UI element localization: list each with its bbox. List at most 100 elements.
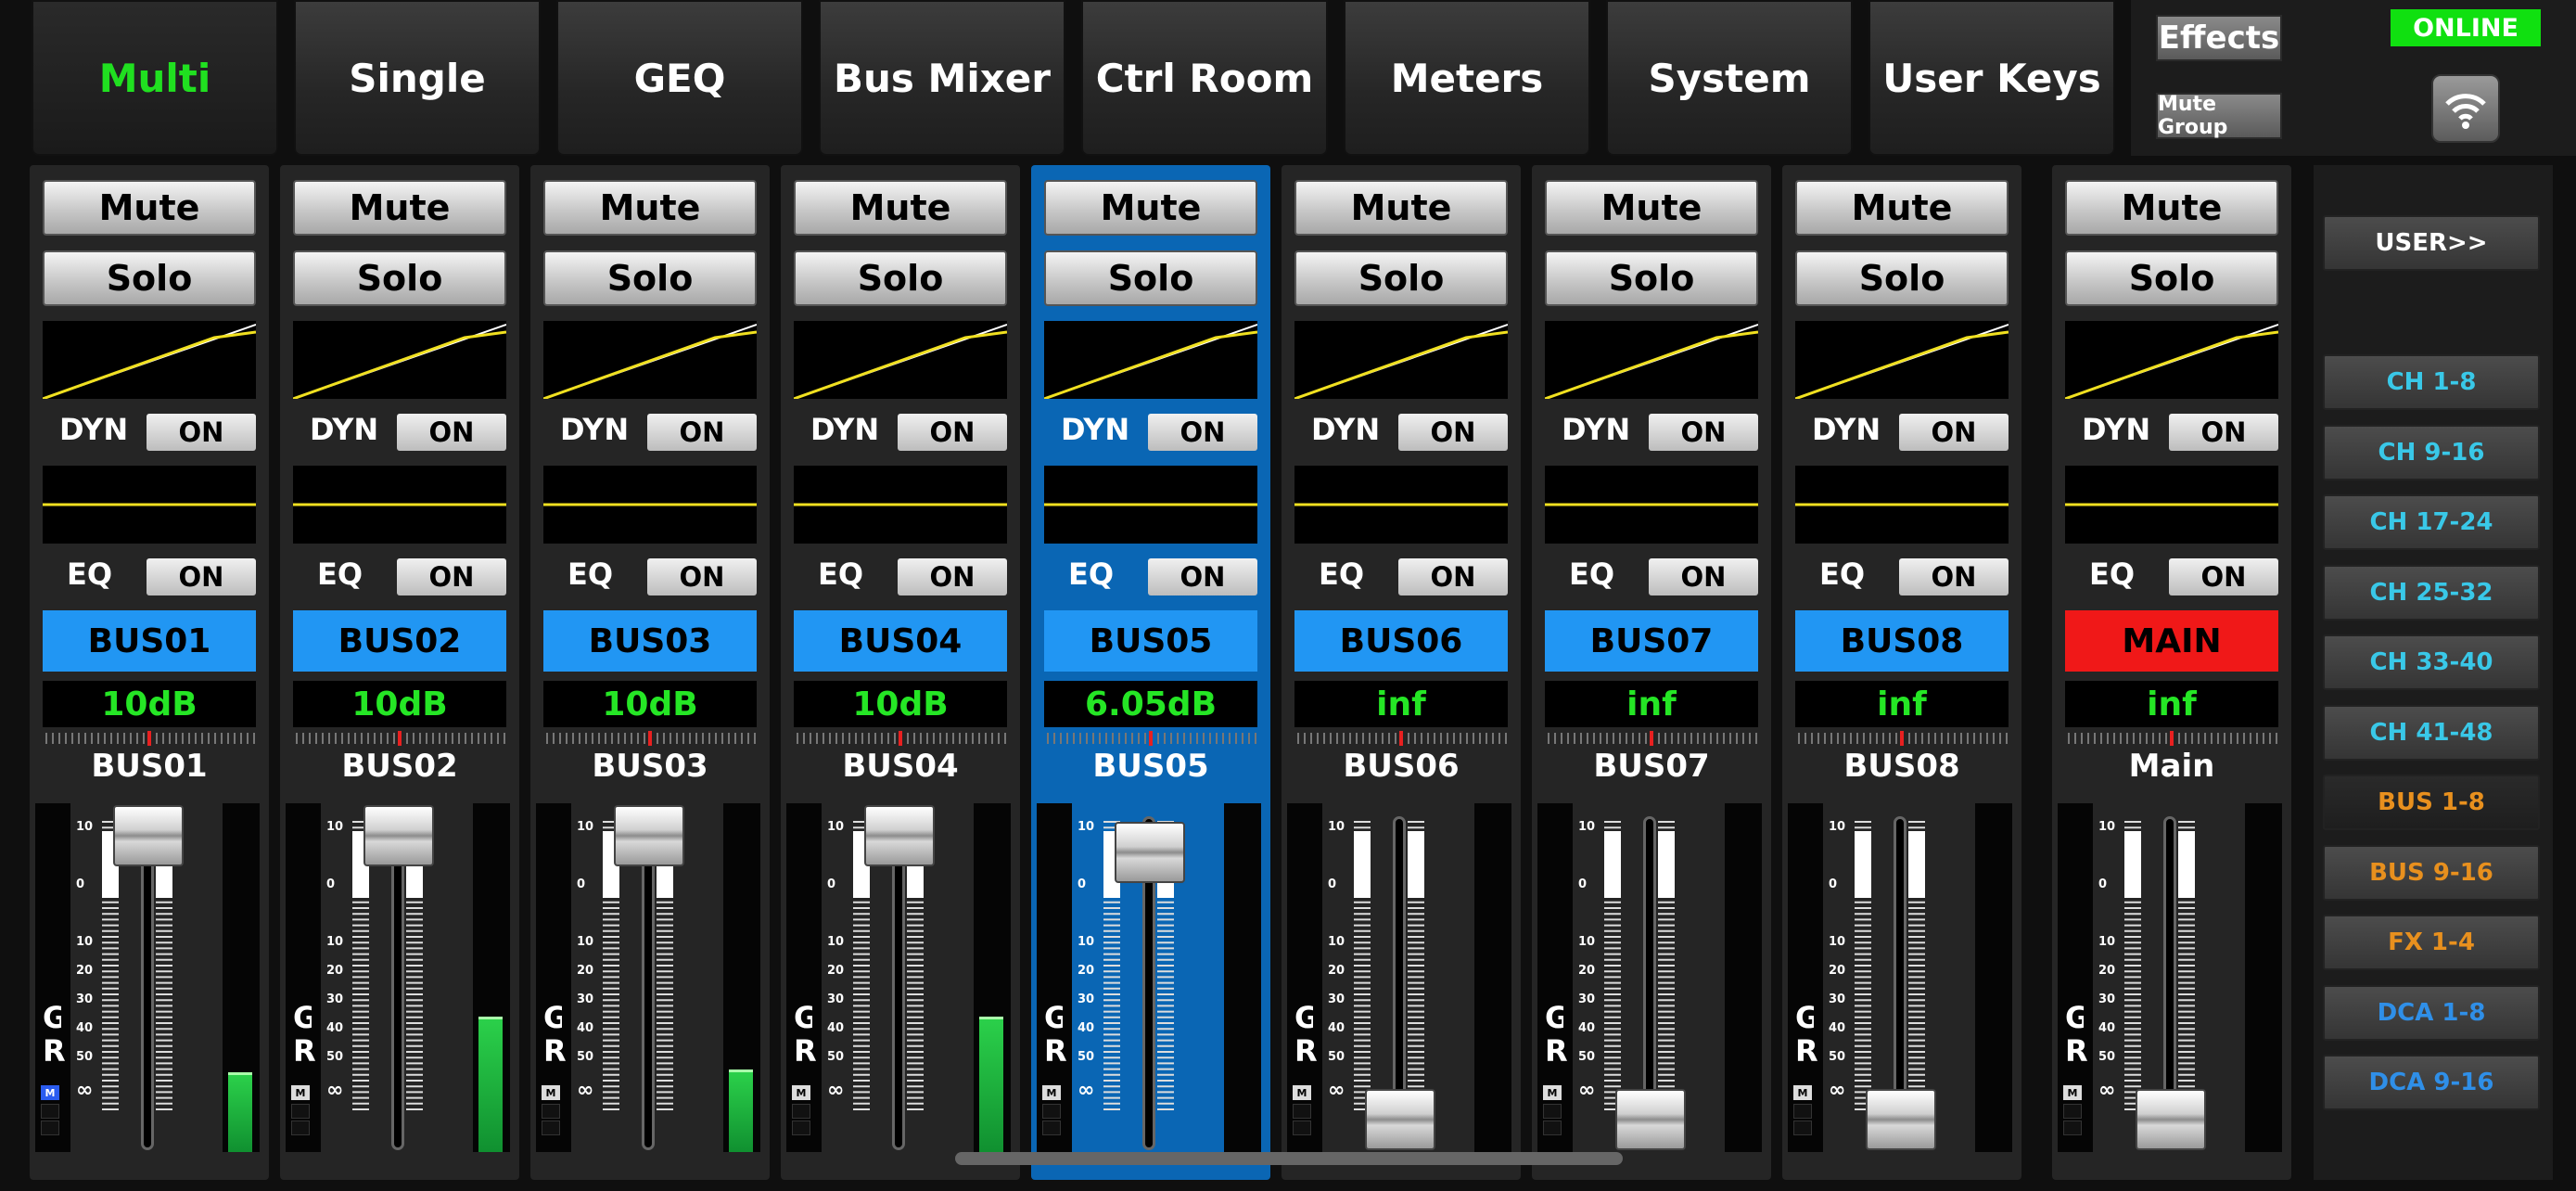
bus-select-button[interactable]: BUS02 xyxy=(293,610,506,672)
tab-bus-mixer[interactable]: Bus Mixer xyxy=(819,0,1065,156)
fader-track[interactable] xyxy=(892,816,905,1150)
pan-ruler[interactable] xyxy=(2065,731,2278,746)
eq-curve-display[interactable] xyxy=(1545,466,1758,544)
solo-button[interactable]: Solo xyxy=(1294,250,1508,306)
tab-single[interactable]: Single xyxy=(294,0,541,156)
layer-button-bus-9-16[interactable]: BUS 9-16 xyxy=(2323,844,2540,901)
fader-track[interactable] xyxy=(141,816,154,1150)
mute-button[interactable]: Mute xyxy=(1795,180,2009,236)
dynamics-curve-display[interactable] xyxy=(293,321,506,399)
dynamics-curve-display[interactable] xyxy=(43,321,256,399)
pan-ruler[interactable] xyxy=(1545,731,1758,746)
pan-ruler[interactable] xyxy=(794,731,1007,746)
fader-knob[interactable] xyxy=(113,805,184,866)
dyn-on-button[interactable]: ON xyxy=(2169,414,2278,451)
eq-curve-display[interactable] xyxy=(1044,466,1257,544)
solo-button[interactable]: Solo xyxy=(794,250,1007,306)
fader-knob[interactable] xyxy=(1866,1089,1936,1150)
eq-on-button[interactable]: ON xyxy=(147,558,256,596)
effects-button[interactable]: Effects xyxy=(2156,15,2282,61)
dyn-on-button[interactable]: ON xyxy=(898,414,1007,451)
eq-on-button[interactable]: ON xyxy=(647,558,757,596)
dyn-on-button[interactable]: ON xyxy=(1649,414,1758,451)
layer-button-ch-41-48[interactable]: CH 41-48 xyxy=(2323,704,2540,761)
horizontal-scrollbar[interactable] xyxy=(955,1152,1623,1165)
mute-button[interactable]: Mute xyxy=(293,180,506,236)
dynamics-curve-display[interactable] xyxy=(1545,321,1758,399)
layer-button-dca-1-8[interactable]: DCA 1-8 xyxy=(2323,984,2540,1041)
bus-select-button[interactable]: BUS01 xyxy=(43,610,256,672)
solo-button[interactable]: Solo xyxy=(1044,250,1257,306)
mute-button[interactable]: Mute xyxy=(543,180,757,236)
layer-button-bus-1-8[interactable]: BUS 1-8 xyxy=(2323,775,2540,830)
dyn-on-button[interactable]: ON xyxy=(1148,414,1257,451)
layer-button-fx-1-4[interactable]: FX 1-4 xyxy=(2323,915,2540,970)
solo-button[interactable]: Solo xyxy=(43,250,256,306)
solo-button[interactable]: Solo xyxy=(1545,250,1758,306)
dynamics-curve-display[interactable] xyxy=(794,321,1007,399)
dyn-on-button[interactable]: ON xyxy=(397,414,506,451)
mute-group-button[interactable]: Mute Group xyxy=(2156,93,2282,139)
eq-curve-display[interactable] xyxy=(293,466,506,544)
bus-select-button[interactable]: BUS06 xyxy=(1294,610,1508,672)
fader-knob[interactable] xyxy=(1115,822,1185,883)
solo-button[interactable]: Solo xyxy=(2065,250,2278,306)
dyn-on-button[interactable]: ON xyxy=(1398,414,1508,451)
eq-curve-display[interactable] xyxy=(2065,466,2278,544)
layer-button-ch-1-8[interactable]: CH 1-8 xyxy=(2323,354,2540,410)
tab-ctrl-room[interactable]: Ctrl Room xyxy=(1081,0,1328,156)
bus-select-button[interactable]: BUS05 xyxy=(1044,610,1257,672)
wifi-icon[interactable] xyxy=(2431,74,2500,143)
mute-button[interactable]: Mute xyxy=(1545,180,1758,236)
mute-button[interactable]: Mute xyxy=(794,180,1007,236)
fader-knob[interactable] xyxy=(1615,1089,1686,1150)
eq-on-button[interactable]: ON xyxy=(1649,558,1758,596)
eq-on-button[interactable]: ON xyxy=(1148,558,1257,596)
bus-select-button[interactable]: BUS03 xyxy=(543,610,757,672)
layer-button-ch-17-24[interactable]: CH 17-24 xyxy=(2323,494,2540,550)
eq-curve-display[interactable] xyxy=(1795,466,2009,544)
bus-select-button[interactable]: BUS07 xyxy=(1545,610,1758,672)
fader-knob[interactable] xyxy=(614,805,684,866)
dynamics-curve-display[interactable] xyxy=(1044,321,1257,399)
solo-button[interactable]: Solo xyxy=(543,250,757,306)
dynamics-curve-display[interactable] xyxy=(1294,321,1508,399)
pan-ruler[interactable] xyxy=(1044,731,1257,746)
dyn-on-button[interactable]: ON xyxy=(147,414,256,451)
eq-on-button[interactable]: ON xyxy=(898,558,1007,596)
user-layer-button[interactable]: USER>> xyxy=(2323,215,2540,271)
pan-ruler[interactable] xyxy=(543,731,757,746)
pan-ruler[interactable] xyxy=(43,731,256,746)
tab-geq[interactable]: GEQ xyxy=(556,0,803,156)
eq-on-button[interactable]: ON xyxy=(2169,558,2278,596)
tab-multi[interactable]: Multi xyxy=(32,0,278,156)
layer-button-ch-25-32[interactable]: CH 25-32 xyxy=(2323,564,2540,621)
solo-button[interactable]: Solo xyxy=(293,250,506,306)
pan-ruler[interactable] xyxy=(293,731,506,746)
mute-button[interactable]: Mute xyxy=(1044,180,1257,236)
fader-knob[interactable] xyxy=(2136,1089,2206,1150)
eq-curve-display[interactable] xyxy=(43,466,256,544)
eq-curve-display[interactable] xyxy=(543,466,757,544)
fader-track[interactable] xyxy=(642,816,655,1150)
fader-knob[interactable] xyxy=(864,805,935,866)
eq-on-button[interactable]: ON xyxy=(1899,558,2009,596)
dynamics-curve-display[interactable] xyxy=(543,321,757,399)
eq-on-button[interactable]: ON xyxy=(1398,558,1508,596)
fader-track[interactable] xyxy=(391,816,404,1150)
fader-knob[interactable] xyxy=(363,805,434,866)
mute-button[interactable]: Mute xyxy=(1294,180,1508,236)
bus-select-button[interactable]: BUS08 xyxy=(1795,610,2009,672)
dyn-on-button[interactable]: ON xyxy=(1899,414,2009,451)
layer-button-ch-9-16[interactable]: CH 9-16 xyxy=(2323,424,2540,480)
dynamics-curve-display[interactable] xyxy=(2065,321,2278,399)
bus-select-button[interactable]: MAIN xyxy=(2065,610,2278,672)
tab-system[interactable]: System xyxy=(1606,0,1853,156)
eq-curve-display[interactable] xyxy=(794,466,1007,544)
dyn-on-button[interactable]: ON xyxy=(647,414,757,451)
bus-select-button[interactable]: BUS04 xyxy=(794,610,1007,672)
mute-button[interactable]: Mute xyxy=(43,180,256,236)
pan-ruler[interactable] xyxy=(1795,731,2009,746)
eq-curve-display[interactable] xyxy=(1294,466,1508,544)
tab-user-keys[interactable]: User Keys xyxy=(1868,0,2115,156)
